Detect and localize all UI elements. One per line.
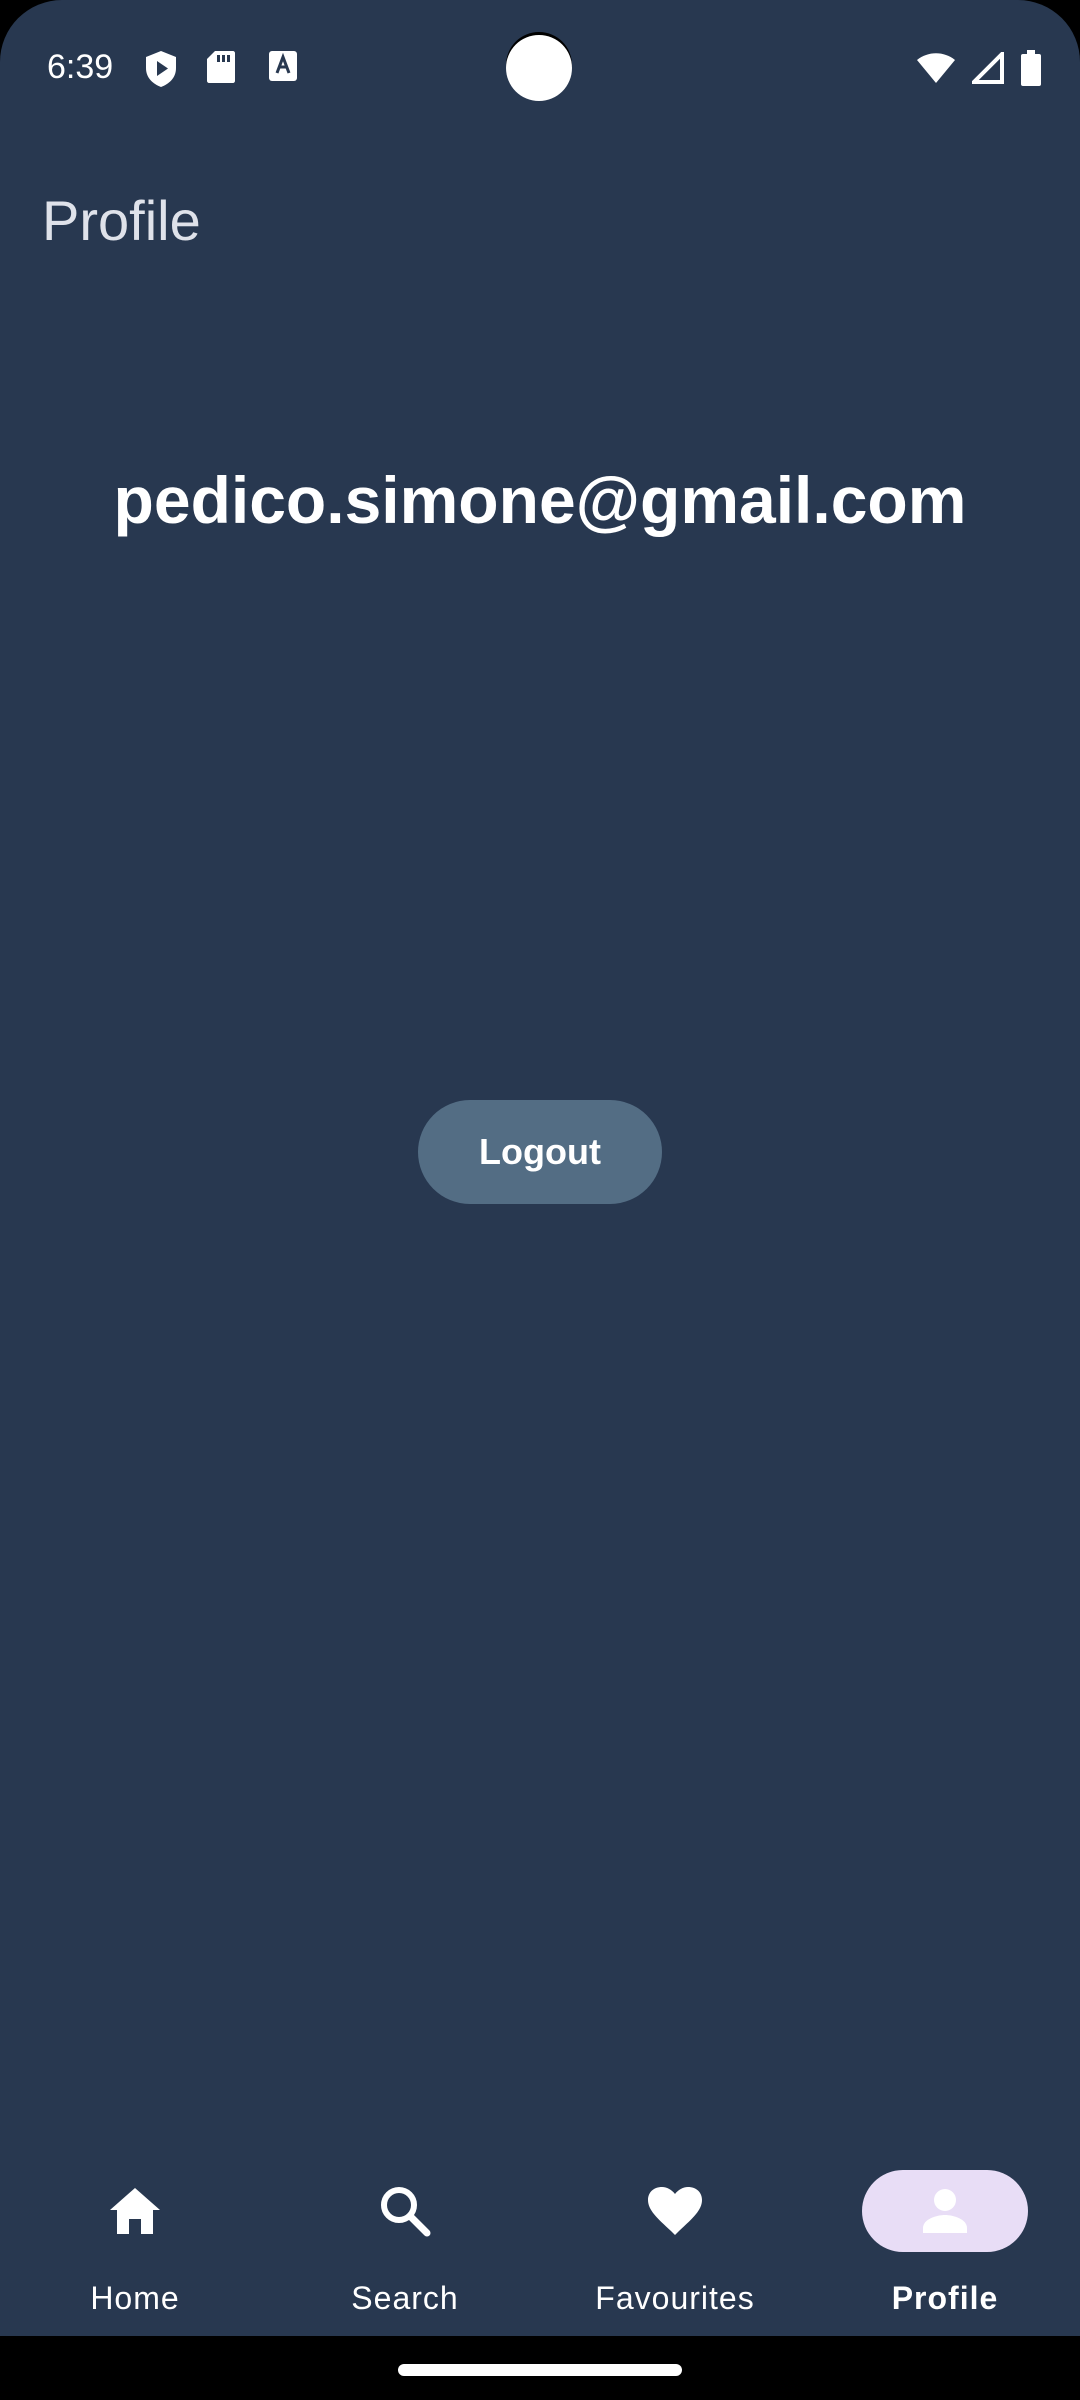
nav-label-home: Home	[90, 2280, 180, 2316]
nav-label-search: Search	[351, 2280, 459, 2316]
status-time: 6:39	[47, 48, 114, 86]
profile-screen: 6:39 Profile pedico.simone@gmail.com Log…	[0, 0, 1080, 2400]
search-icon	[381, 2187, 431, 2237]
user-email: pedico.simone@gmail.com	[113, 463, 967, 537]
shield-play-icon	[144, 50, 178, 87]
camera-cutout	[506, 35, 572, 101]
nav-icon-container	[322, 2170, 488, 2252]
nav-item-favourites[interactable]: Favourites	[540, 2170, 810, 2320]
nav-label-profile: Profile	[891, 2280, 999, 2316]
bottom-navigation: Home Search Favourites Profile	[0, 2150, 1080, 2336]
nav-icon-container	[592, 2170, 758, 2252]
nav-item-home[interactable]: Home	[0, 2170, 270, 2320]
status-notification-icons	[144, 50, 302, 87]
heart-icon	[648, 2187, 702, 2235]
home-icon	[110, 2188, 160, 2234]
nav-item-profile[interactable]: Profile	[810, 2170, 1080, 2320]
person-icon	[923, 2189, 967, 2233]
gesture-handle[interactable]	[398, 2364, 682, 2376]
nav-label-favourites: Favourites	[595, 2280, 755, 2316]
wifi-icon	[916, 52, 956, 89]
signal-icon	[969, 49, 1004, 89]
status-system-icons	[916, 49, 1042, 91]
gesture-navigation-area	[0, 2336, 1080, 2400]
battery-icon	[1020, 50, 1042, 91]
status-bar: 6:39	[0, 0, 1080, 140]
logout-button[interactable]: Logout	[418, 1100, 662, 1204]
keyboard-a-icon	[268, 50, 302, 86]
page-title: Profile	[42, 189, 201, 252]
nav-active-indicator	[862, 2170, 1028, 2252]
nav-icon-container	[52, 2170, 218, 2252]
sd-card-icon	[206, 50, 240, 86]
nav-item-search[interactable]: Search	[270, 2170, 540, 2320]
